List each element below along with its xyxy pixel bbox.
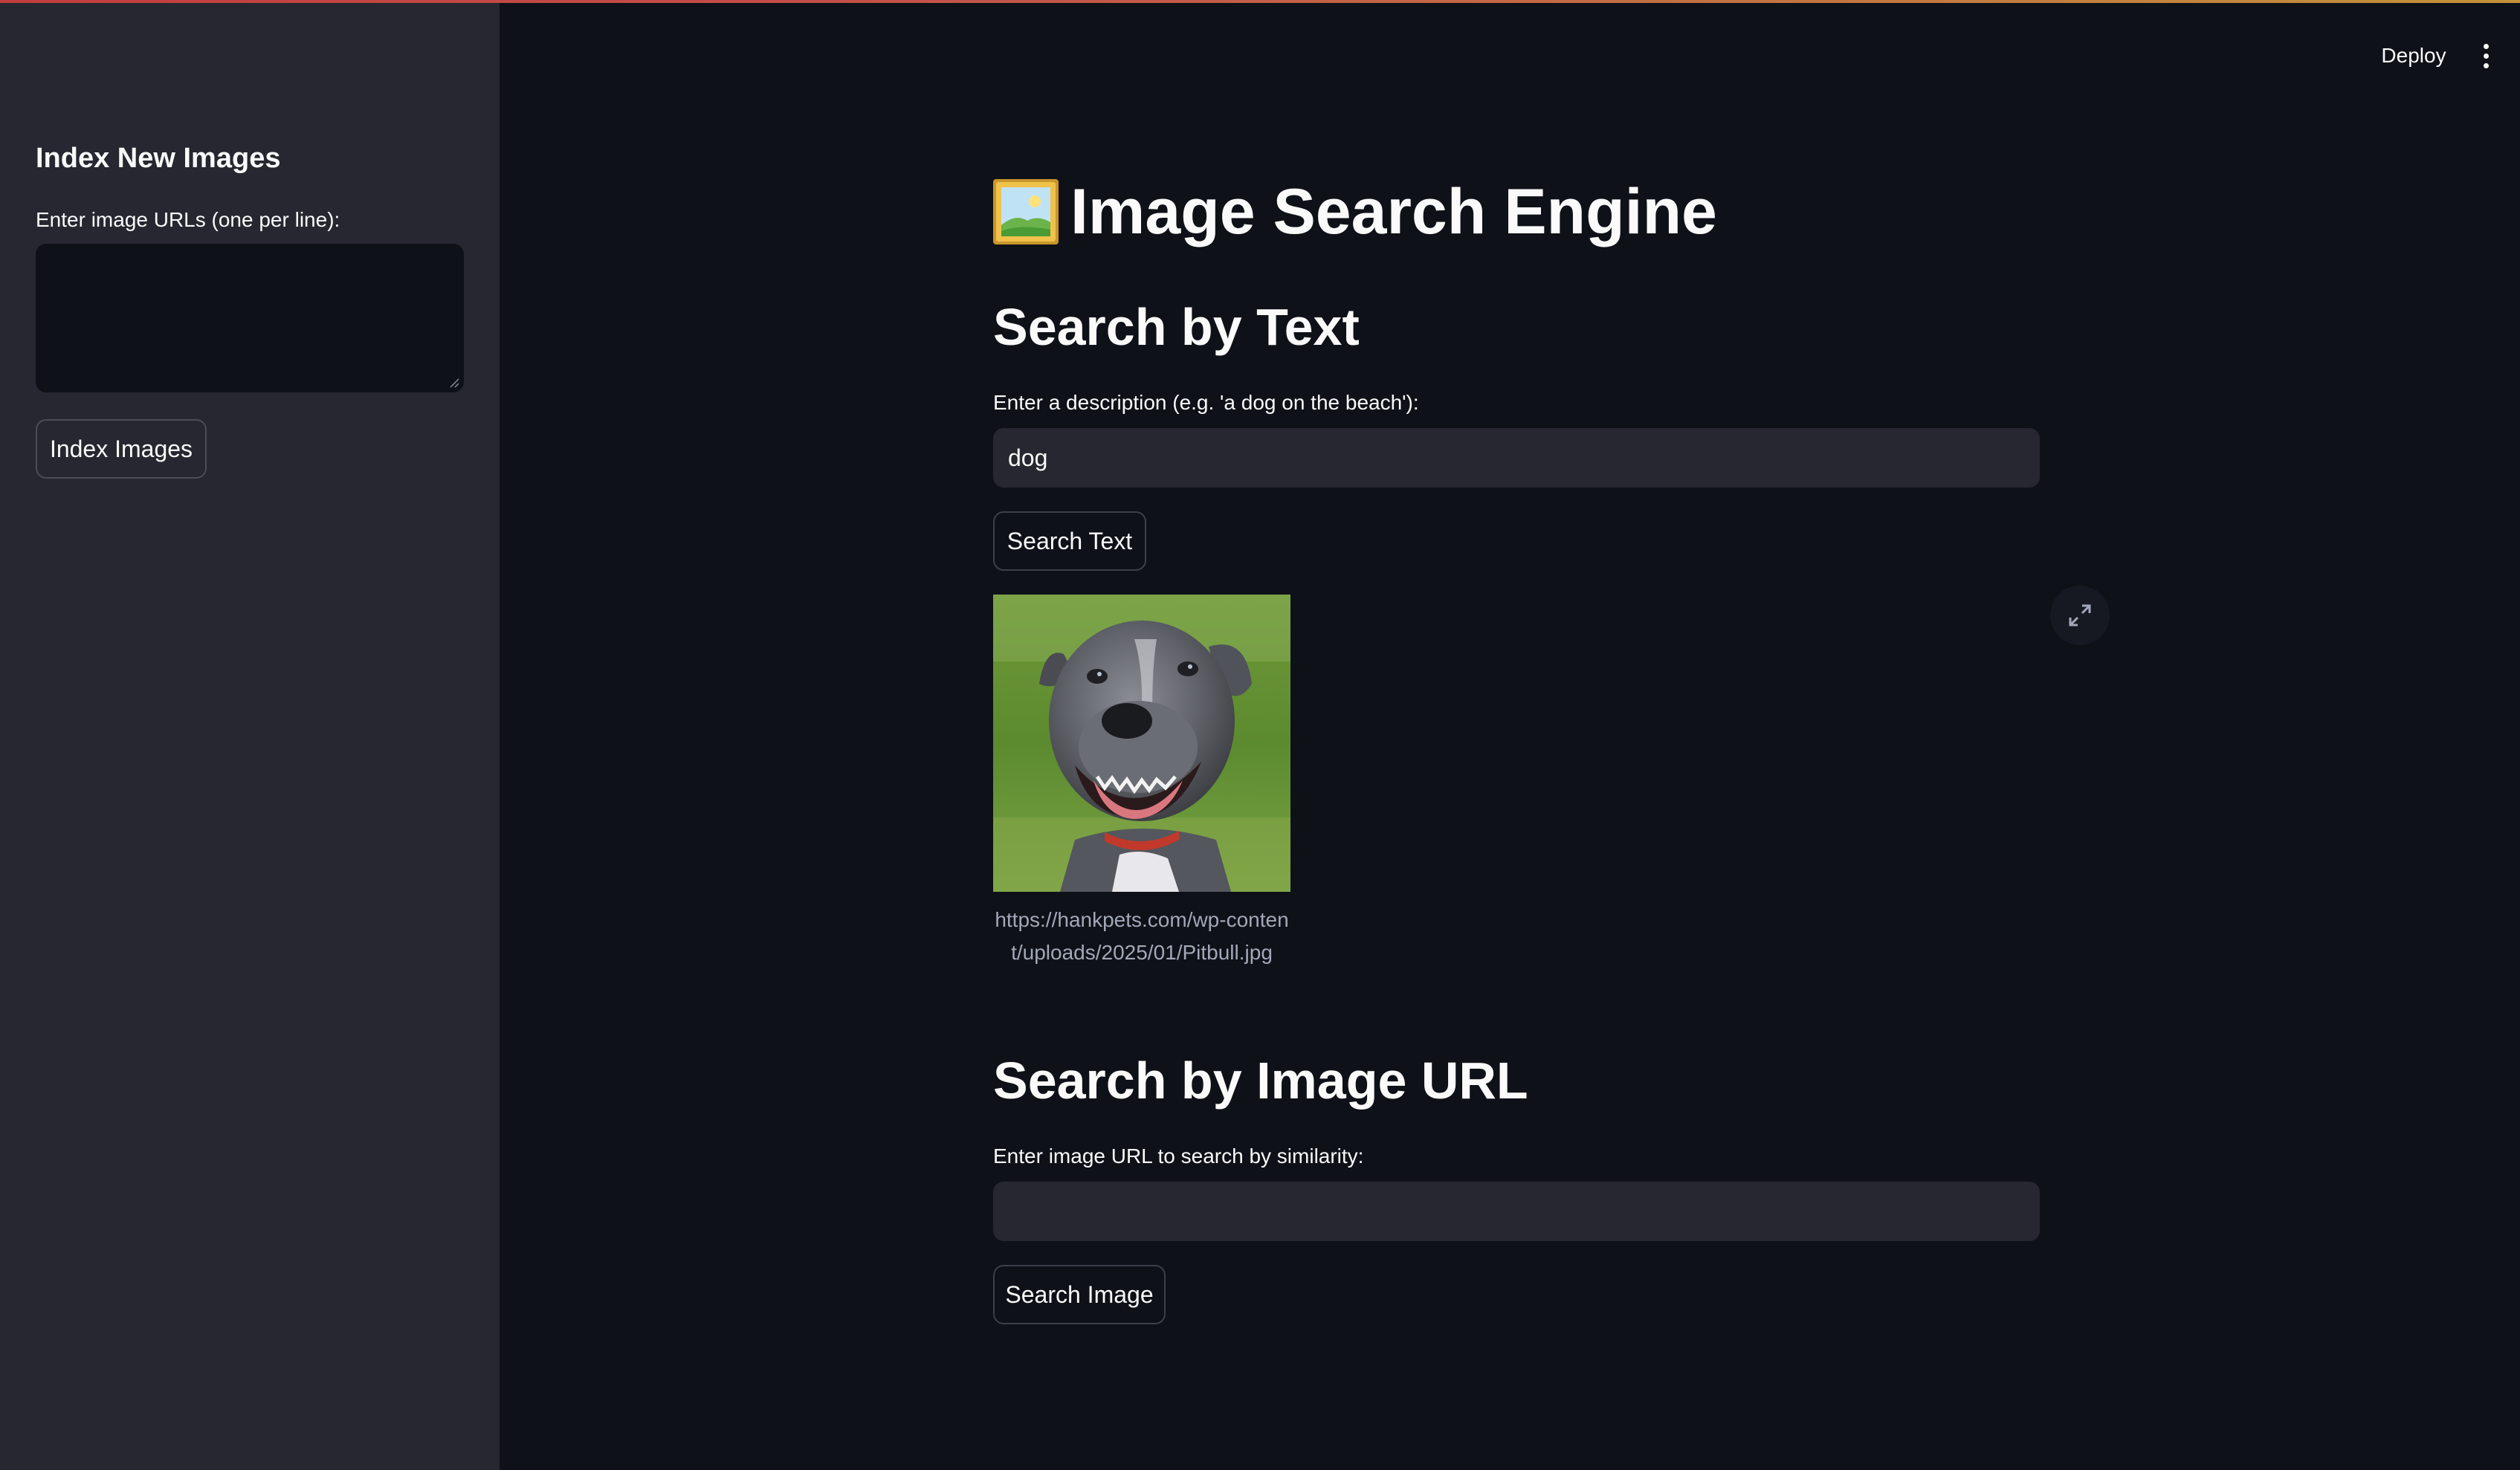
deploy-button[interactable]: Deploy [2362, 37, 2465, 74]
image-urls-label: Enter image URLs (one per line): [36, 208, 340, 231]
expand-icon [2069, 604, 2091, 626]
app-root: Index New Images Enter image URLs (one p… [0, 0, 2520, 1470]
sidebar-title: Index New Images [36, 143, 281, 174]
vertical-ellipsis-icon [2483, 62, 2489, 68]
vertical-ellipsis-icon [2483, 53, 2489, 59]
dog-photo [993, 595, 1290, 892]
resize-grip-icon[interactable] [449, 378, 459, 388]
image-search-label: Enter image URL to search by similarity: [993, 1144, 1364, 1168]
search-image-button[interactable]: Search Image [993, 1265, 1166, 1324]
text-search-heading: Search by Text [993, 298, 1360, 356]
result-image [993, 595, 1290, 892]
page-title: Image Search Engine [993, 171, 1717, 253]
main-menu-button[interactable] [2471, 40, 2501, 71]
image-urls-textarea[interactable] [36, 244, 464, 392]
text-search-input[interactable] [993, 428, 2040, 488]
search-text-button[interactable]: Search Text [993, 511, 1146, 571]
fullscreen-button[interactable] [2050, 586, 2110, 645]
image-url-input[interactable] [993, 1182, 2040, 1241]
framed-picture-icon [993, 179, 1059, 245]
sidebar: Index New Images Enter image URLs (one p… [0, 3, 500, 1470]
text-search-label: Enter a description (e.g. 'a dog on the … [993, 391, 1419, 414]
image-search-heading: Search by Image URL [993, 1052, 1528, 1110]
index-images-button[interactable]: Index Images [36, 419, 207, 479]
page-title-text: Image Search Engine [1070, 175, 1717, 247]
vertical-ellipsis-icon [2483, 43, 2489, 49]
result-image-caption: https://hankpets.com/wp-content/uploads/… [995, 908, 1289, 964]
